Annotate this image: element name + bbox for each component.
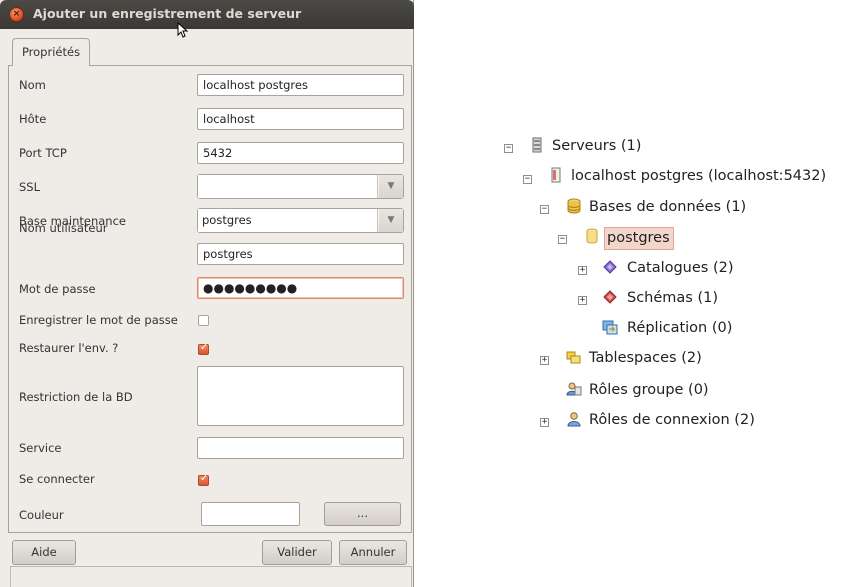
- tree-item-db-postgres[interactable]: postgres: [604, 227, 674, 250]
- mouse-cursor-icon: [177, 22, 189, 38]
- restore-env-label: Restaurer l'env. ?: [19, 341, 119, 355]
- port-field[interactable]: 5432: [197, 142, 404, 164]
- save-password-checkbox[interactable]: [198, 315, 209, 326]
- catalogs-icon: [603, 260, 617, 274]
- tree-item-servers[interactable]: Serveurs (1): [552, 138, 641, 154]
- databases-icon: [567, 198, 581, 214]
- connect-checkbox[interactable]: [198, 473, 209, 486]
- tree-item-server[interactable]: localhost postgres (localhost:5432): [571, 168, 826, 184]
- tree-item-catalogs[interactable]: Catalogues (2): [627, 260, 734, 276]
- host-field[interactable]: localhost: [197, 108, 404, 130]
- name-label: Nom: [19, 78, 46, 92]
- restore-env-checkbox[interactable]: [198, 342, 209, 355]
- ssl-label: SSL: [19, 180, 41, 194]
- password-label: Mot de passe: [19, 282, 96, 296]
- username-label-text: Nom utilisateur: [19, 221, 108, 235]
- close-icon[interactable]: ×: [9, 7, 24, 22]
- dialog-title: Ajouter un enregistrement de serveur: [33, 6, 302, 21]
- connect-label: Se connecter: [19, 472, 95, 486]
- username-field[interactable]: postgres: [197, 243, 404, 265]
- add-server-dialog: × Ajouter un enregistrement de serveur P…: [0, 0, 414, 587]
- tree-item-replication[interactable]: Réplication (0): [627, 320, 732, 336]
- collapse-server-toggle[interactable]: −: [523, 175, 532, 184]
- server-group-icon: [532, 137, 542, 153]
- cancel-button[interactable]: Annuler: [339, 540, 407, 565]
- dialog-titlebar[interactable]: × Ajouter un enregistrement de serveur: [0, 0, 414, 29]
- expand-catalogs-toggle[interactable]: +: [578, 266, 587, 275]
- group-roles-icon: [566, 382, 582, 396]
- ok-button[interactable]: Valider: [262, 540, 332, 565]
- tablespaces-icon: [566, 351, 581, 364]
- tree-item-login-roles[interactable]: Rôles de connexion (2): [589, 412, 755, 428]
- maintenance-db-value: postgres: [198, 209, 378, 232]
- tab-properties[interactable]: Propriétés: [12, 38, 90, 66]
- expand-tablespaces-toggle[interactable]: +: [540, 356, 549, 365]
- db-restriction-textarea[interactable]: [197, 366, 404, 426]
- schemas-icon: [603, 290, 617, 304]
- save-password-label: Enregistrer le mot de passe: [19, 313, 178, 327]
- service-field[interactable]: [197, 437, 404, 459]
- collapse-servers-toggle[interactable]: −: [504, 144, 513, 153]
- ssl-select-value: [198, 175, 378, 198]
- host-label: Hôte: [19, 112, 47, 126]
- port-label: Port TCP: [19, 146, 67, 160]
- colour-field[interactable]: [201, 502, 300, 526]
- tree-item-schemas[interactable]: Schémas (1): [627, 290, 718, 306]
- ssl-select[interactable]: ▼: [197, 174, 404, 199]
- colour-label: Couleur: [19, 508, 64, 522]
- chevron-down-icon[interactable]: ▼: [379, 209, 403, 232]
- chevron-down-icon[interactable]: ▼: [379, 175, 403, 198]
- help-button[interactable]: Aide: [12, 540, 76, 565]
- password-field[interactable]: ●●●●●●●●●: [197, 277, 404, 299]
- expand-schemas-toggle[interactable]: +: [578, 296, 587, 305]
- tree-item-group-roles[interactable]: Rôles groupe (0): [589, 382, 709, 398]
- properties-panel: [8, 65, 412, 533]
- database-icon: [586, 228, 598, 244]
- expand-login-roles-toggle[interactable]: +: [540, 418, 549, 427]
- collapse-databases-toggle[interactable]: −: [540, 205, 549, 214]
- tree-item-tablespaces[interactable]: Tablespaces (2): [589, 350, 702, 366]
- tree-item-databases[interactable]: Bases de données (1): [589, 199, 746, 215]
- maintenance-db-select[interactable]: postgres ▼: [197, 208, 404, 233]
- replication-icon: [602, 320, 618, 335]
- db-restriction-label: Restriction de la BD: [19, 390, 133, 404]
- colour-picker-button[interactable]: ...: [324, 502, 401, 526]
- name-field[interactable]: localhost postgres: [197, 74, 404, 96]
- collapse-db-toggle[interactable]: −: [558, 235, 567, 244]
- service-label: Service: [19, 441, 62, 455]
- server-icon: [551, 167, 561, 183]
- login-roles-icon: [567, 412, 581, 427]
- dialog-status-bar: [10, 566, 412, 587]
